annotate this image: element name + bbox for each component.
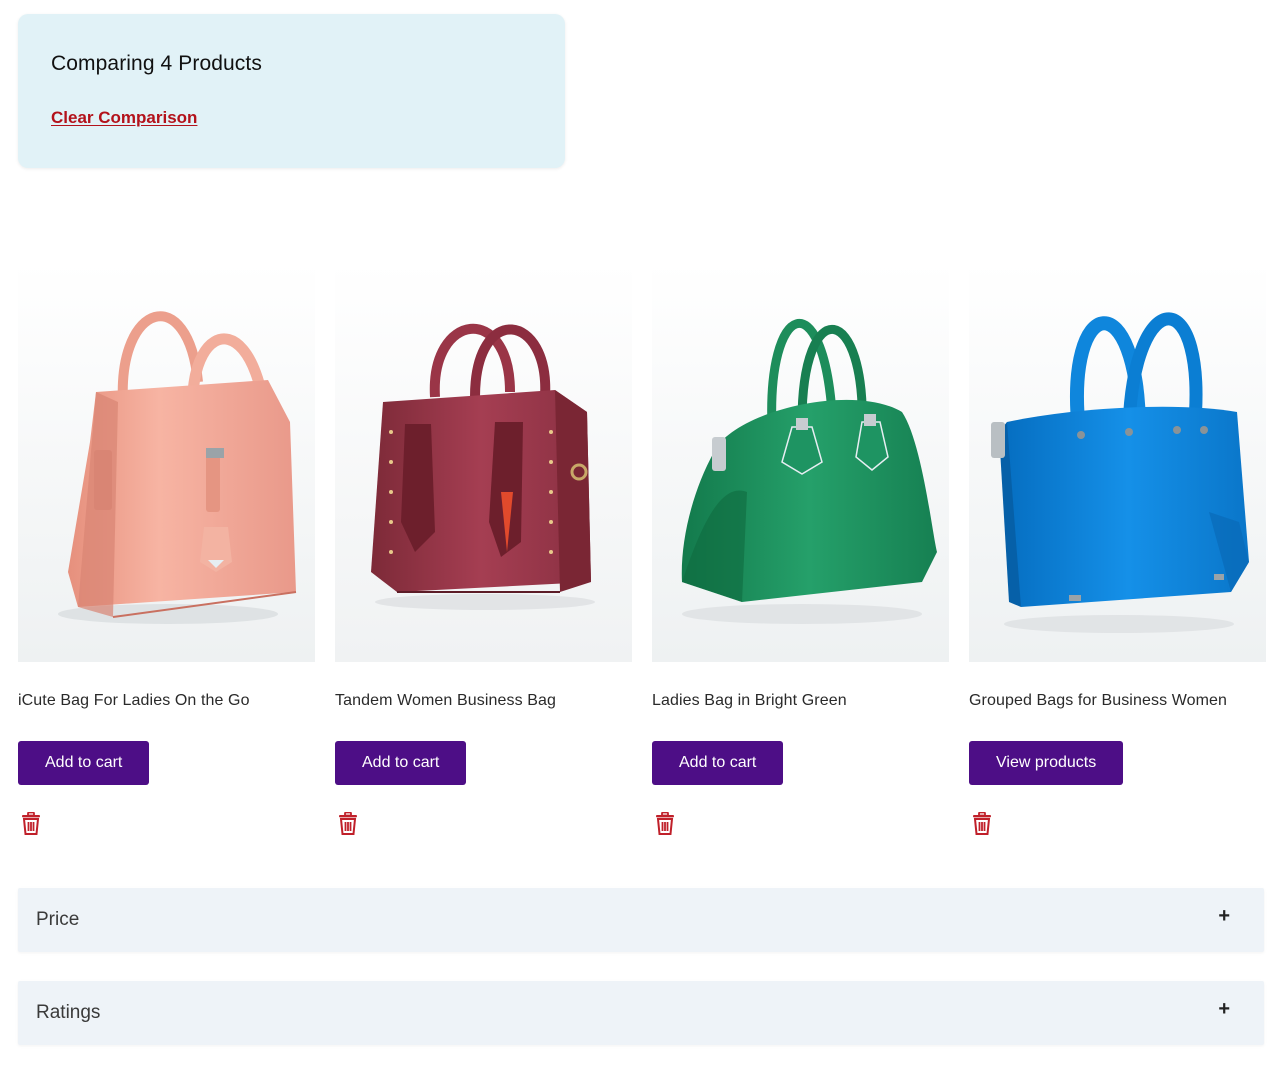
remove-product-button[interactable] [337, 811, 359, 836]
remove-product-button[interactable] [971, 811, 993, 836]
product-name[interactable]: Tandem Women Business Bag [335, 692, 556, 710]
trash-icon [339, 811, 357, 835]
product-card: Tandem Women Business Bag Add to cart [335, 262, 632, 835]
plus-icon[interactable]: + [1218, 906, 1230, 926]
view-products-button[interactable]: View products [969, 741, 1124, 785]
product-card: Ladies Bag in Bright Green Add to cart [652, 262, 949, 835]
product-comparison-grid: iCute Bag For Ladies On the Go Add to ca… [18, 262, 1266, 862]
product-name[interactable]: Ladies Bag in Bright Green [652, 692, 847, 710]
trash-icon [973, 811, 991, 835]
section-title: Price [36, 909, 80, 930]
price-section-toggle[interactable]: Price + [18, 888, 1264, 952]
remove-product-button[interactable] [20, 811, 42, 836]
product-name[interactable]: Grouped Bags for Business Women [969, 692, 1227, 710]
remove-product-button[interactable] [654, 811, 676, 836]
trash-icon [22, 811, 40, 835]
clear-comparison-link[interactable]: Clear Comparison [51, 108, 197, 128]
section-title: Ratings [36, 1002, 101, 1023]
trash-icon [656, 811, 674, 835]
product-image-maroon-handbag[interactable] [335, 262, 632, 662]
product-card: Grouped Bags for Business Women View pro… [969, 262, 1266, 835]
product-card: iCute Bag For Ladies On the Go Add to ca… [18, 262, 315, 835]
product-image-blue-handbag[interactable] [969, 262, 1266, 662]
ratings-section-toggle[interactable]: Ratings + [18, 981, 1264, 1045]
product-name[interactable]: iCute Bag For Ladies On the Go [18, 692, 250, 710]
add-to-cart-button[interactable]: Add to cart [335, 741, 467, 785]
product-image-pink-handbag[interactable] [18, 262, 315, 662]
comparison-title: Comparing 4 Products [51, 52, 262, 75]
plus-icon[interactable]: + [1218, 999, 1230, 1019]
add-to-cart-button[interactable]: Add to cart [18, 741, 150, 785]
comparison-header: Comparing 4 Products Clear Comparison [18, 14, 565, 168]
product-image-green-handbag[interactable] [652, 262, 949, 662]
add-to-cart-button[interactable]: Add to cart [652, 741, 784, 785]
